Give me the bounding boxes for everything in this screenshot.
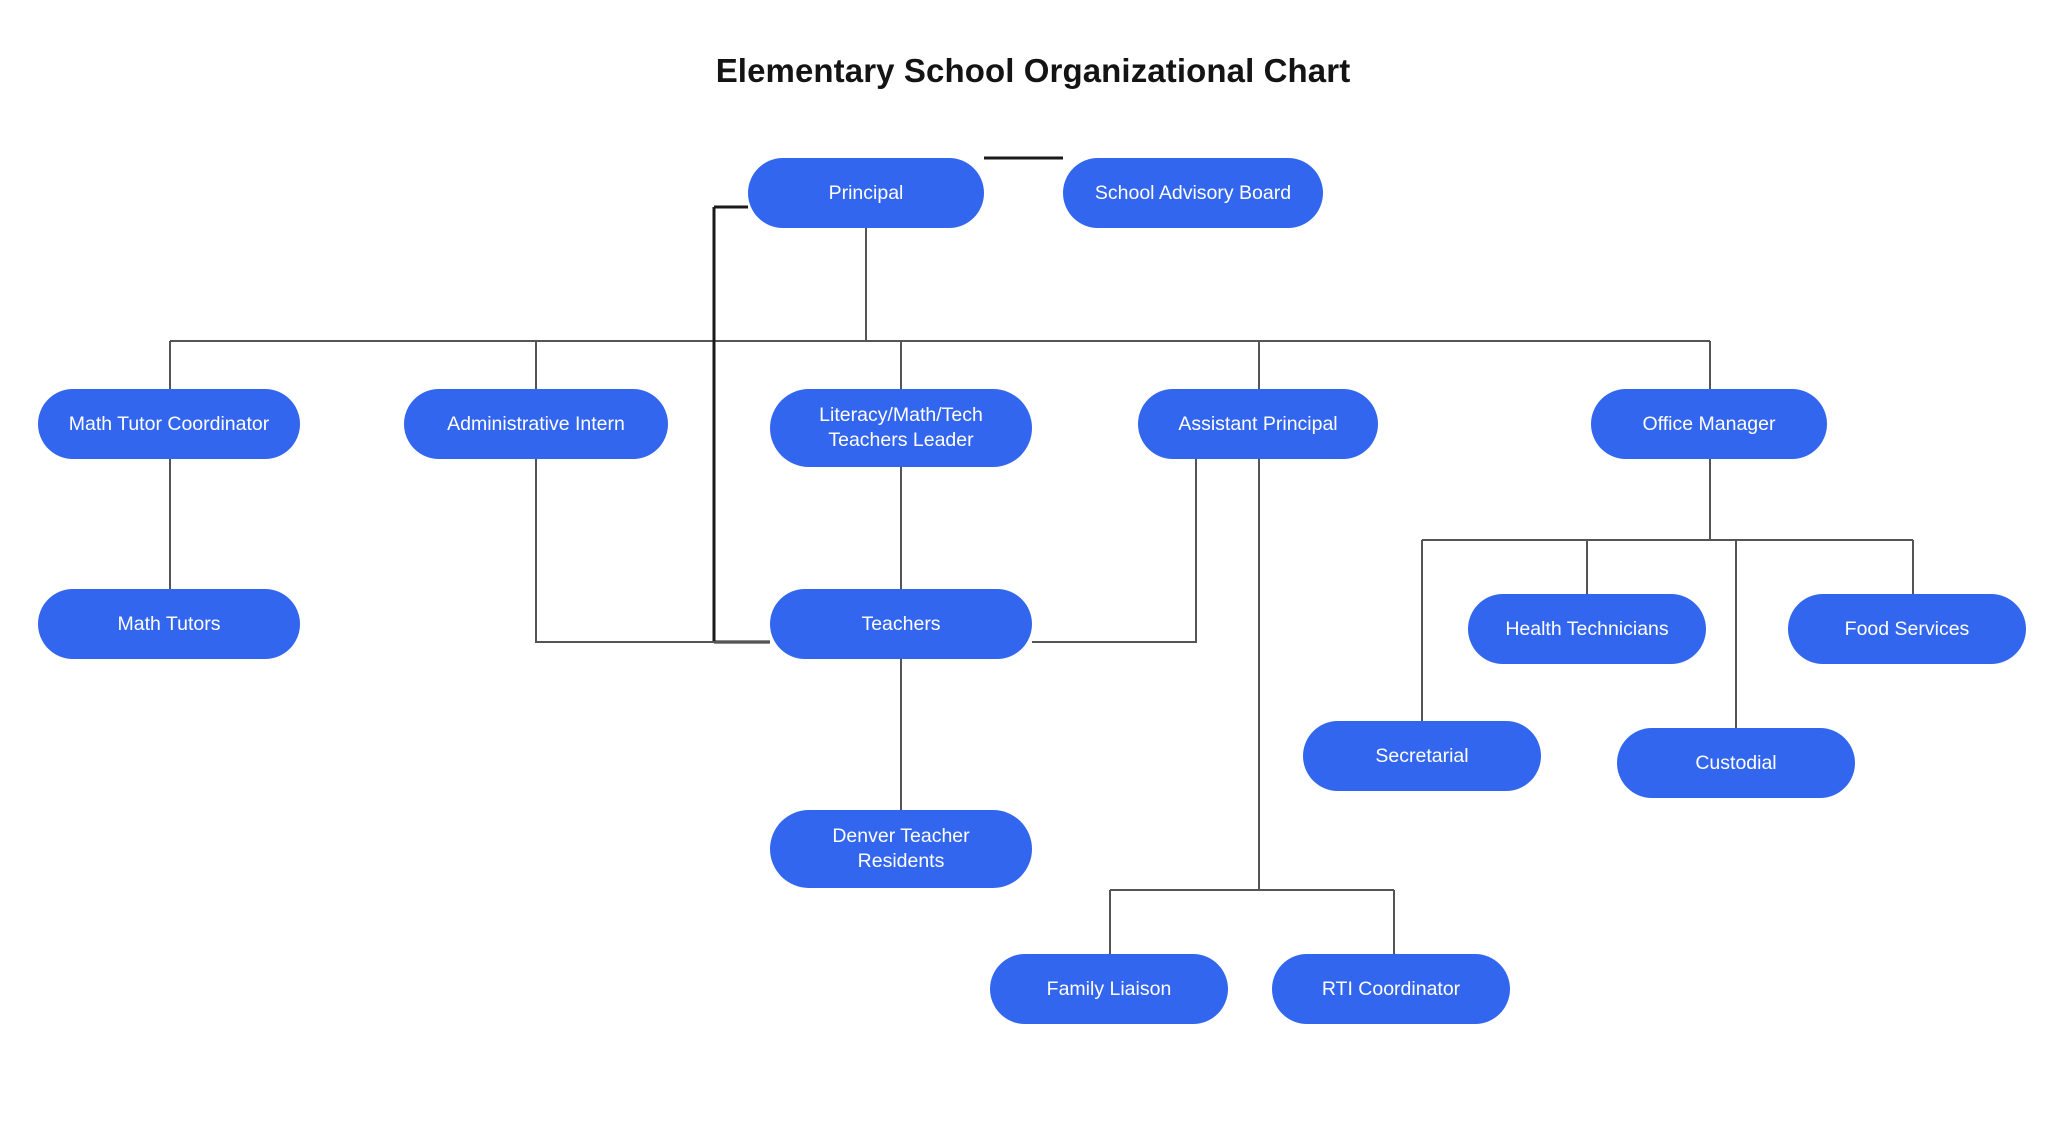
org-node-label: Principal (828, 181, 904, 204)
org-node-label: Food Services (1844, 617, 1970, 640)
org-node-label: Assistant Principal (1178, 412, 1338, 435)
org-node-label: Teachers (861, 612, 941, 635)
org-node-math_coord[interactable]: Math Tutor Coordinator (38, 389, 300, 459)
org-node-family_liaison[interactable]: Family Liaison (990, 954, 1228, 1024)
connector-admin-intern-to-teachers (535, 459, 770, 643)
org-chart-canvas: Elementary School Organizational Chart P… (0, 0, 2066, 1137)
org-node-label: Math Tutors (117, 612, 221, 635)
org-node-secretarial[interactable]: Secretarial (1303, 721, 1541, 791)
org-node-denver_residents[interactable]: Denver Teacher Residents (770, 810, 1032, 888)
org-node-lmt_leader[interactable]: Literacy/Math/Tech Teachers Leader (770, 389, 1032, 467)
org-node-label: Administrative Intern (447, 412, 625, 435)
org-node-label: School Advisory Board (1094, 181, 1292, 204)
org-node-label: Secretarial (1375, 744, 1469, 767)
org-node-label: Custodial (1695, 751, 1777, 774)
org-node-health_tech[interactable]: Health Technicians (1468, 594, 1706, 664)
org-node-principal[interactable]: Principal (748, 158, 984, 228)
org-node-office_manager[interactable]: Office Manager (1591, 389, 1827, 459)
org-node-rti_coord[interactable]: RTI Coordinator (1272, 954, 1510, 1024)
org-node-custodial[interactable]: Custodial (1617, 728, 1855, 798)
org-node-label: Family Liaison (1046, 977, 1172, 1000)
org-node-asst_principal[interactable]: Assistant Principal (1138, 389, 1378, 459)
org-node-food_services[interactable]: Food Services (1788, 594, 2026, 664)
org-node-math_tutors[interactable]: Math Tutors (38, 589, 300, 659)
org-node-label: Health Technicians (1505, 617, 1669, 640)
org-node-label: Office Manager (1642, 412, 1776, 435)
org-node-admin_intern[interactable]: Administrative Intern (404, 389, 668, 459)
org-node-label: Math Tutor Coordinator (68, 412, 270, 435)
org-node-teachers[interactable]: Teachers (770, 589, 1032, 659)
org-node-label: Denver Teacher Residents (832, 825, 970, 872)
connector-asst-principal-to-teachers (1032, 459, 1197, 643)
org-node-label: Literacy/Math/Tech Teachers Leader (819, 404, 983, 451)
org-node-advisory[interactable]: School Advisory Board (1063, 158, 1323, 228)
org-node-label: RTI Coordinator (1321, 977, 1461, 1000)
